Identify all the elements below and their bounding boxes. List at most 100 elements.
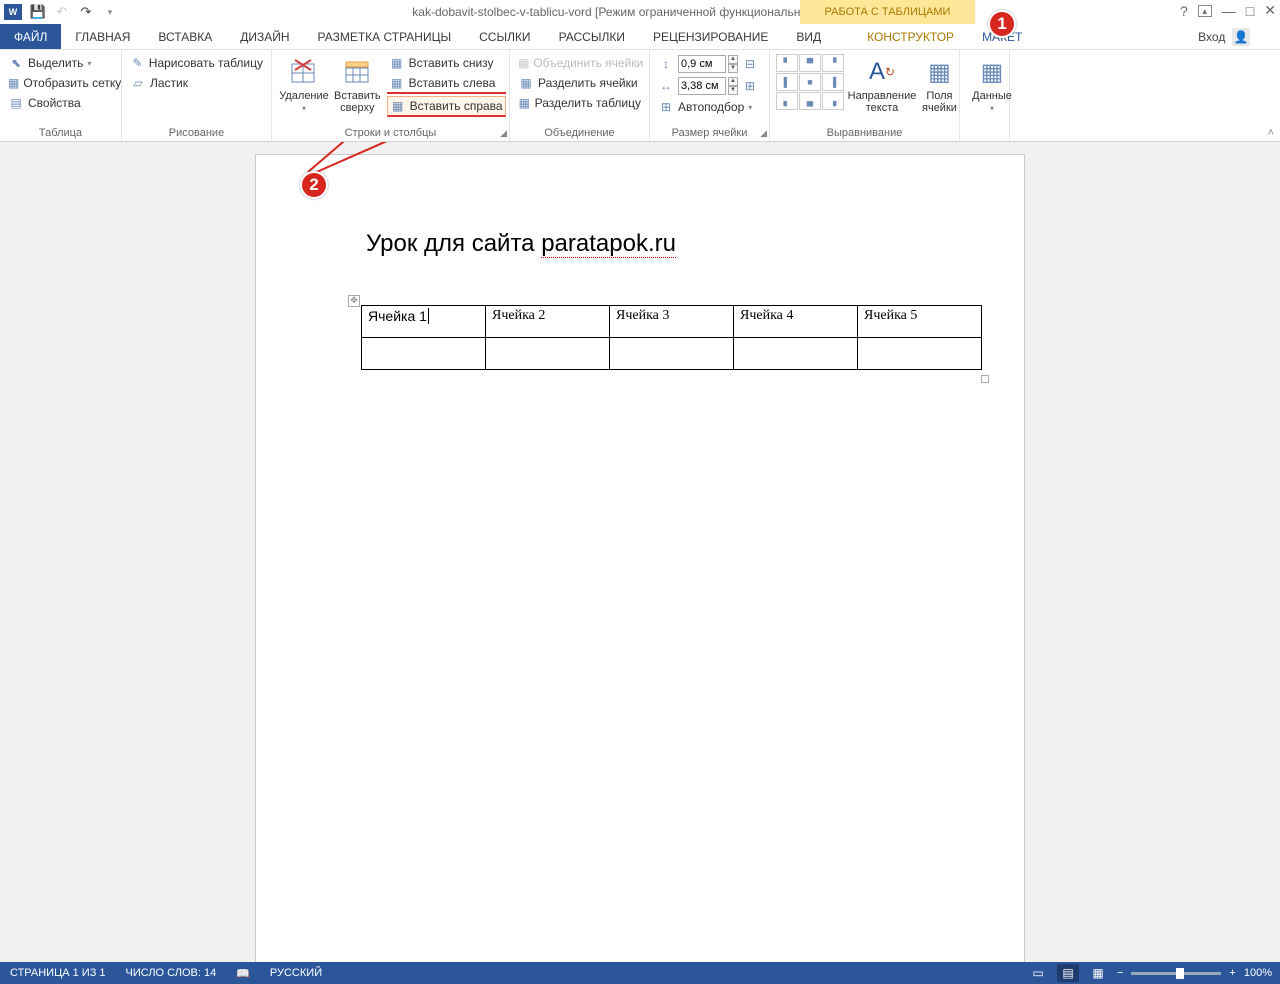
insert-col-left-icon: ▦ [389,75,405,91]
align-br[interactable]: ▗ [822,92,844,110]
word-app-icon: W [4,4,22,20]
view-read-mode[interactable]: ▭ [1027,964,1049,982]
cell-size-dialog-launcher[interactable]: ◢ [760,128,767,139]
maximize-icon[interactable]: □ [1246,3,1254,19]
group-label-draw: Рисование [128,125,265,141]
redo-icon[interactable]: ↷ [78,4,94,20]
view-web-layout[interactable]: ▦ [1087,964,1109,982]
height-down[interactable]: ▼ [728,64,738,73]
col-width-icon: ↔ [658,78,674,94]
group-label-table: Таблица [6,125,115,141]
zoom-in[interactable]: + [1229,967,1235,979]
split-cells-button[interactable]: ▦Разделить ячейки [516,74,643,92]
eraser-button[interactable]: ▱Ластик [128,74,265,92]
tab-view[interactable]: ВИД [782,24,835,49]
close-icon[interactable]: ✕ [1264,2,1276,19]
tab-design[interactable]: ДИЗАЙН [226,24,303,49]
tab-review[interactable]: РЕЦЕНЗИРОВАНИЕ [639,24,782,49]
zoom-out[interactable]: − [1117,967,1123,979]
row-height-input[interactable] [678,55,726,73]
autofit-icon: ⊞ [658,99,674,115]
document-table[interactable]: Ячейка 1 Ячейка 2 Ячейка 3 Ячейка 4 Ячей… [361,305,982,370]
tab-file[interactable]: ФАЙЛ [0,24,61,49]
minimize-icon[interactable]: — [1222,3,1236,19]
table-cell: Ячейка 1 [362,306,486,338]
ribbon-display-icon[interactable]: ▴ [1198,5,1212,17]
tab-page-layout[interactable]: РАЗМЕТКА СТРАНИЦЫ [304,24,466,49]
table-resize-handle[interactable] [981,375,989,383]
align-bc[interactable]: ▄ [799,92,821,110]
group-label-merge: Объединение [516,125,643,141]
align-tr[interactable]: ▝ [822,54,844,72]
align-mc[interactable]: ■ [799,73,821,91]
data-icon: ▦ [976,56,1008,88]
table-move-handle[interactable]: ✥ [348,295,360,307]
table-cell[interactable] [610,338,734,370]
user-avatar-icon[interactable]: 👤 [1232,28,1250,46]
tab-table-design[interactable]: КОНСТРУКТОР [853,24,968,49]
qat-customize-icon[interactable]: ▾ [102,4,118,20]
col-width-input[interactable] [678,77,726,95]
zoom-level[interactable]: 100% [1244,967,1272,979]
rows-cols-dialog-launcher[interactable]: ◢ [500,128,507,139]
view-print-layout[interactable]: ▤ [1057,964,1079,982]
document-heading[interactable]: Урок для сайта paratapok.ru [366,230,676,258]
table-cell[interactable]: Ячейка 4 [734,306,858,338]
autofit-button[interactable]: ⊞Автоподбор▾ [656,98,763,116]
align-ml[interactable]: ▌ [776,73,798,91]
view-gridlines-button[interactable]: ▦Отобразить сетку [6,74,115,92]
zoom-slider[interactable] [1131,972,1221,975]
distribute-cols-icon[interactable]: ⊞ [742,78,758,94]
group-label-rows-cols: Строки и столбцы [278,125,503,141]
save-icon[interactable]: 💾 [30,4,46,20]
row-height-control[interactable]: ↕▲▼⊟ [656,54,763,74]
insert-below-button[interactable]: ▦Вставить снизу [387,54,506,72]
delete-button[interactable]: Удаление▾ [278,54,330,120]
width-up[interactable]: ▲ [728,77,738,86]
align-tl[interactable]: ▘ [776,54,798,72]
undo-icon[interactable]: ↶ [54,4,70,20]
align-bl[interactable]: ▖ [776,92,798,110]
draw-table-button[interactable]: ✎Нарисовать таблицу [128,54,265,72]
table-cell[interactable] [734,338,858,370]
distribute-rows-icon[interactable]: ⊟ [742,56,758,72]
split-table-button[interactable]: ▦Разделить таблицу [516,94,643,112]
group-label-cell-size: Размер ячейки [656,125,763,141]
cell-margins-button[interactable]: ▦ Поля ячейки [920,54,959,116]
status-word-count[interactable]: ЧИСЛО СЛОВ: 14 [116,967,227,979]
insert-left-button[interactable]: ▦Вставить слева [387,74,506,94]
help-icon[interactable]: ? [1180,3,1188,19]
table-cell[interactable] [362,338,486,370]
status-language[interactable]: РУССКИЙ [260,967,332,979]
cursor-icon: ⬉ [8,55,24,71]
table-cell[interactable]: Ячейка 2 [486,306,610,338]
status-page[interactable]: СТРАНИЦА 1 ИЗ 1 [0,967,116,979]
tab-insert[interactable]: ВСТАВКА [144,24,226,49]
table-cell[interactable]: Ячейка 5 [858,306,982,338]
text-direction-button[interactable]: A↻ Направление текста [846,54,918,116]
table-cell[interactable] [858,338,982,370]
insert-right-button[interactable]: ▦Вставить справа [387,96,506,117]
col-width-control[interactable]: ↔ ▲▼ ⊞ [656,76,763,96]
align-mr[interactable]: ▐ [822,73,844,91]
width-down[interactable]: ▼ [728,86,738,95]
properties-button[interactable]: ▤Свойства [6,94,115,112]
height-up[interactable]: ▲ [728,55,738,64]
collapse-ribbon-icon[interactable]: ˄ [1268,127,1274,139]
sign-in-link[interactable]: Вход [1198,30,1225,44]
table-cell[interactable] [486,338,610,370]
tab-references[interactable]: ССЫЛКИ [465,24,544,49]
align-tc[interactable]: ▀ [799,54,821,72]
properties-icon: ▤ [8,95,24,111]
merge-cells-button: ▦Объединить ячейки [516,54,643,72]
tab-home[interactable]: ГЛАВНАЯ [61,24,144,49]
data-button[interactable]: ▦ Данные▾ [966,54,1018,115]
grid-icon: ▦ [8,75,19,91]
group-label-alignment: Выравнивание [776,125,953,141]
document-page[interactable]: Урок для сайта paratapok.ru ✥ Ячейка 1 Я… [255,154,1025,962]
tab-mailings[interactable]: РАССЫЛКИ [545,24,639,49]
table-cell[interactable]: Ячейка 3 [610,306,734,338]
status-proofing-icon[interactable]: 📖 [226,967,260,980]
select-button[interactable]: ⬉Выделить▾ [6,54,115,72]
insert-above-button[interactable]: Вставить сверху [332,54,383,120]
